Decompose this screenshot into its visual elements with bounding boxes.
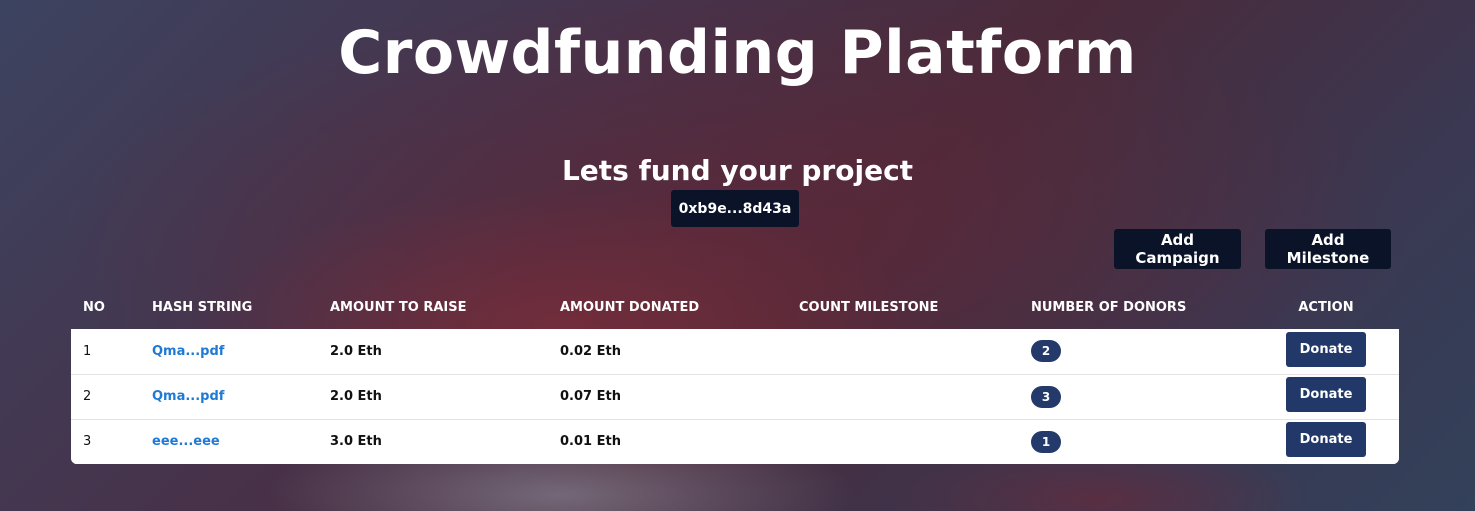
donors-count-badge: 3 [1031,385,1061,408]
column-header-action: ACTION [1298,299,1354,315]
wallet-address-button[interactable]: 0xb9e...8d43a [671,190,799,227]
cell-amount-to-raise: 2.0 Eth [318,374,548,419]
cell-amount-donated: 0.02 Eth [548,329,787,374]
table-row: 3 eee...eee 3.0 Eth 0.01 Eth 1 Donate [71,419,1399,464]
campaigns-table: NO HASH STRING AMOUNT TO RAISE AMOUNT DO… [71,285,1399,464]
cell-action: Donate [1253,374,1399,419]
cell-action: Donate [1253,329,1399,374]
table-row: 1 Qma...pdf 2.0 Eth 0.02 Eth 2 Donate [71,329,1399,374]
add-milestone-button[interactable]: Add Milestone [1265,229,1391,269]
cell-amount-donated: 0.01 Eth [548,419,787,464]
cell-action: Donate [1253,419,1399,464]
cell-number-of-donors: 1 [1019,419,1253,464]
cell-amount-to-raise: 2.0 Eth [318,329,548,374]
cell-hash-link[interactable]: eee...eee [140,419,318,464]
cell-amount-to-raise: 3.0 Eth [318,419,548,464]
donate-button[interactable]: Donate [1286,422,1366,458]
donors-count-badge: 1 [1031,430,1061,453]
cell-number-of-donors: 2 [1019,329,1253,374]
donate-button[interactable]: Donate [1286,331,1366,367]
cell-count-milestone [787,374,1019,419]
donors-count-badge: 2 [1031,340,1061,363]
campaigns-table-container: NO HASH STRING AMOUNT TO RAISE AMOUNT DO… [71,285,1399,464]
cell-no: 1 [71,329,140,374]
column-header-hash-string: HASH STRING [152,299,253,315]
table-header-row: NO HASH STRING AMOUNT TO RAISE AMOUNT DO… [71,285,1399,329]
cell-number-of-donors: 3 [1019,374,1253,419]
cell-hash-link[interactable]: Qma...pdf [140,374,318,419]
cell-amount-donated: 0.07 Eth [548,374,787,419]
column-header-count-milestone: COUNT MILESTONE [799,299,939,315]
column-header-amount-donated: AMOUNT DONATED [560,299,700,315]
add-campaign-button[interactable]: Add Campaign [1114,229,1241,269]
cell-count-milestone [787,419,1019,464]
column-header-no: NO [83,299,105,315]
column-header-amount-to-raise: AMOUNT TO RAISE [330,299,467,315]
table-row: 2 Qma...pdf 2.0 Eth 0.07 Eth 3 Donate [71,374,1399,419]
cell-no: 2 [71,374,140,419]
page-subtitle: Lets fund your project [561,154,914,187]
page-title: Crowdfunding Platform [338,18,1137,88]
cell-hash-link[interactable]: Qma...pdf [140,329,318,374]
cell-no: 3 [71,419,140,464]
cell-count-milestone [787,329,1019,374]
column-header-number-of-donors: NUMBER OF DONORS [1031,299,1187,315]
donate-button[interactable]: Donate [1286,377,1366,412]
